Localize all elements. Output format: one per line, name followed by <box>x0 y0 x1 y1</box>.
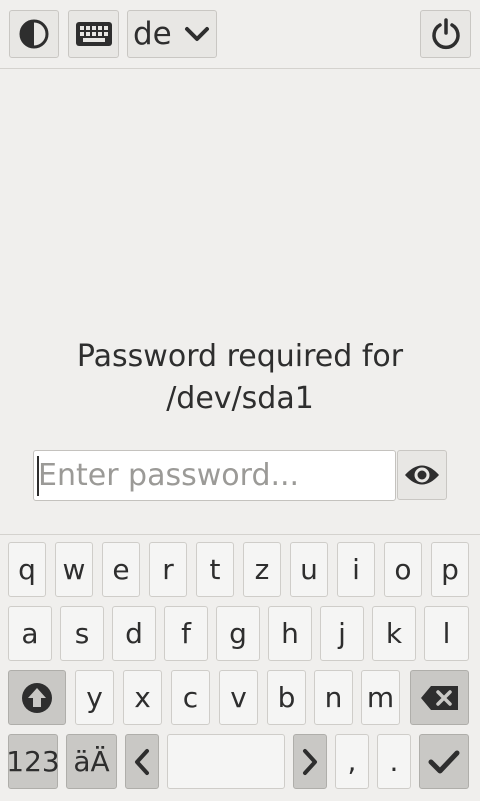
key-l[interactable]: l <box>424 606 469 661</box>
enter-key[interactable] <box>419 734 469 789</box>
backspace-icon <box>420 685 458 710</box>
key-s[interactable]: s <box>60 606 104 661</box>
key-q[interactable]: q <box>8 542 46 597</box>
comma-key[interactable]: , <box>335 734 369 789</box>
password-prompt: Password required for /dev/sda1 <box>0 336 480 420</box>
key-i[interactable]: i <box>337 542 375 597</box>
prompt-device: /dev/sda1 <box>166 381 314 416</box>
eye-icon <box>405 465 439 485</box>
text-caret <box>37 456 39 496</box>
key-z[interactable]: z <box>243 542 281 597</box>
key-f[interactable]: f <box>164 606 208 661</box>
key-g[interactable]: g <box>216 606 260 661</box>
key-u[interactable]: u <box>290 542 328 597</box>
keyboard-icon <box>75 22 112 46</box>
top-bar: de <box>0 0 480 69</box>
key-m[interactable]: m <box>361 670 400 725</box>
key-r[interactable]: r <box>149 542 187 597</box>
backspace-key[interactable] <box>410 670 469 725</box>
chevron-right-icon <box>303 748 317 775</box>
key-x[interactable]: x <box>123 670 162 725</box>
power-icon <box>431 18 460 50</box>
key-t[interactable]: t <box>196 542 234 597</box>
key-v[interactable]: v <box>219 670 258 725</box>
contrast-icon <box>19 19 49 49</box>
shift-up-arrow-icon <box>22 682 52 713</box>
chevron-down-icon <box>185 27 209 41</box>
key-a[interactable]: a <box>8 606 52 661</box>
key-y[interactable]: y <box>75 670 114 725</box>
key-k[interactable]: k <box>372 606 416 661</box>
key-c[interactable]: c <box>171 670 210 725</box>
layout-dropdown-value: de <box>133 15 172 52</box>
key-p[interactable]: p <box>431 542 469 597</box>
key-b[interactable]: b <box>267 670 306 725</box>
checkmark-icon <box>428 750 460 773</box>
key-n[interactable]: n <box>314 670 353 725</box>
key-w[interactable]: w <box>55 542 93 597</box>
prompt-title: Password required for <box>76 339 404 374</box>
shift-key[interactable] <box>8 670 66 725</box>
key-o[interactable]: o <box>384 542 422 597</box>
layout-dropdown[interactable]: de <box>127 10 217 58</box>
space-key[interactable] <box>167 734 285 789</box>
contrast-toggle-button[interactable] <box>9 10 59 58</box>
cursor-left-key[interactable] <box>125 734 159 789</box>
show-password-button[interactable] <box>397 450 447 500</box>
password-input[interactable] <box>33 450 396 501</box>
umlaut-key[interactable]: äÄ <box>66 734 117 789</box>
period-key[interactable]: . <box>377 734 411 789</box>
cursor-right-key[interactable] <box>293 734 327 789</box>
key-d[interactable]: d <box>112 606 156 661</box>
keyboard-toggle-button[interactable] <box>68 10 119 58</box>
numbers-key[interactable]: 123 <box>6 734 60 789</box>
chevron-left-icon <box>135 748 149 775</box>
key-h[interactable]: h <box>268 606 312 661</box>
key-e[interactable]: e <box>102 542 140 597</box>
key-j[interactable]: j <box>320 606 364 661</box>
power-button[interactable] <box>420 10 471 58</box>
